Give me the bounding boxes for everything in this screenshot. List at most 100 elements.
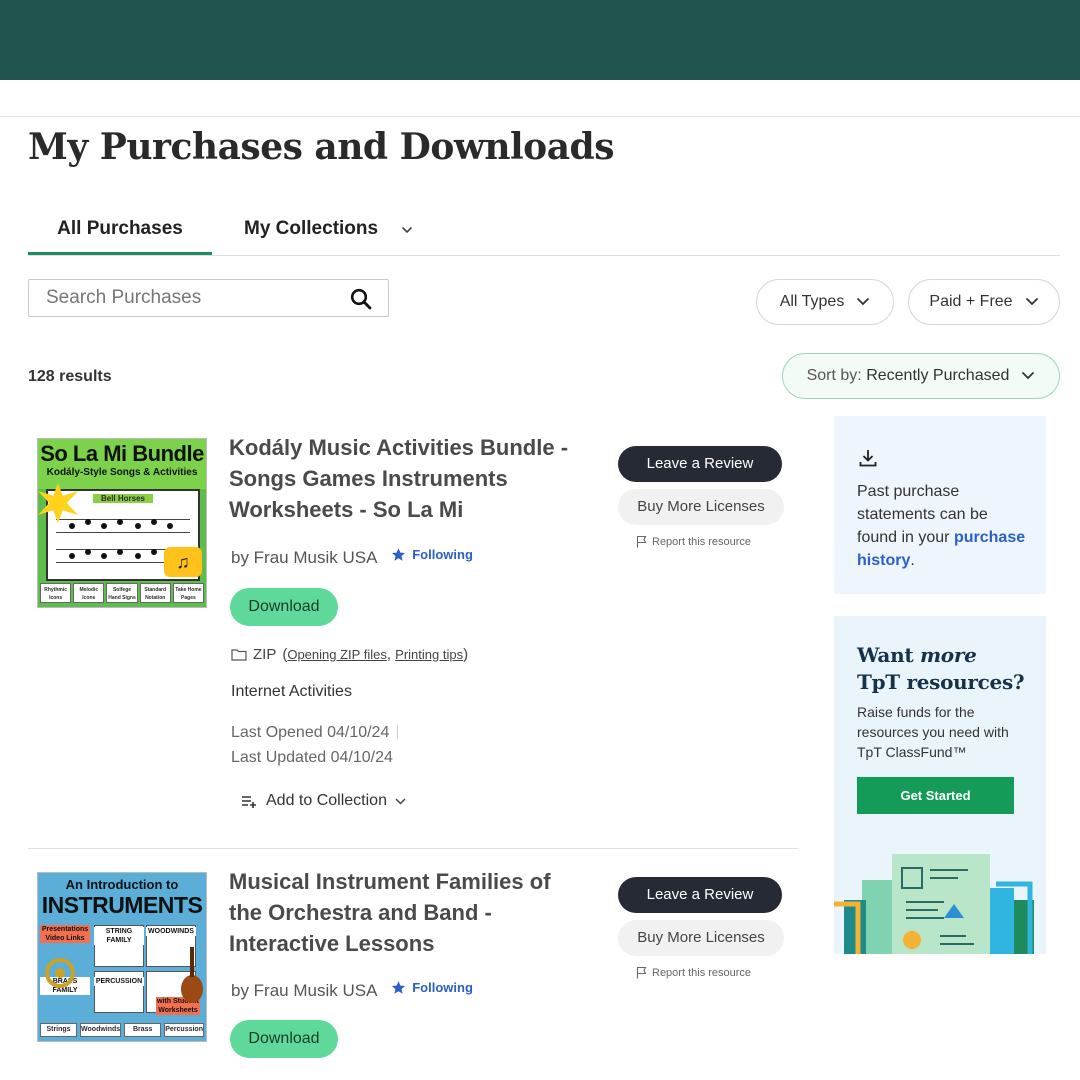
- tab-label: All Purchases: [57, 218, 183, 239]
- buy-more-licenses-button[interactable]: Buy More Licenses: [618, 920, 784, 956]
- file-type: ZIP: [253, 646, 277, 663]
- sort-value: Recently Purchased: [866, 367, 1010, 384]
- french-horn-icon: [45, 958, 75, 988]
- violin-icon: [181, 947, 203, 1003]
- following-toggle[interactable]: Following: [391, 547, 473, 562]
- product-title-link[interactable]: Kodály Music Activities Bundle - Songs G…: [229, 432, 589, 525]
- sort-prefix: Sort by:: [806, 367, 862, 384]
- star-icon: [392, 548, 406, 561]
- file-info: ZIP (Opening ZIP files, Printing tips): [231, 646, 468, 663]
- download-button[interactable]: Download: [230, 1020, 338, 1058]
- promo-title-part: TpT resources?: [857, 670, 1025, 694]
- search-input[interactable]: [46, 286, 336, 310]
- add-to-collection-button[interactable]: Add to Collection: [241, 792, 406, 810]
- results-count: 128 results: [28, 368, 112, 385]
- author-line: by Frau Musik USA Following: [231, 980, 473, 1001]
- chevron-down-icon: [401, 218, 413, 240]
- opening-zip-link[interactable]: Opening ZIP files: [287, 647, 386, 662]
- last-opened-text: Last Opened 04/10/24: [231, 724, 390, 741]
- types-filter-label: All Types: [779, 293, 845, 310]
- author-link[interactable]: by Frau Musik USA: [231, 548, 377, 567]
- get-started-button[interactable]: Get Started: [857, 777, 1014, 814]
- product-thumbnail[interactable]: An Introduction to INSTRUMENTS Presentat…: [37, 872, 207, 1042]
- product-title-link[interactable]: Musical Instrument Families of the Orche…: [229, 866, 589, 959]
- printing-tips-link[interactable]: Printing tips: [395, 647, 463, 662]
- types-filter-dropdown[interactable]: All Types: [756, 279, 894, 325]
- product-thumbnail[interactable]: So La Mi Bundle Kodály-Style Songs & Act…: [37, 438, 207, 608]
- purchase-item: So La Mi Bundle Kodály-Style Songs & Act…: [28, 416, 798, 849]
- price-filter-dropdown[interactable]: Paid + Free: [908, 279, 1060, 325]
- thumbnail-title-top: An Introduction to: [65, 877, 179, 892]
- following-label: Following: [412, 980, 473, 995]
- chevron-down-icon: [856, 293, 870, 311]
- feature-label: Percussion: [164, 1023, 204, 1037]
- tab-label: My Collections: [244, 218, 379, 240]
- report-label: Report this resource: [652, 966, 752, 979]
- report-resource-link[interactable]: Report this resource: [636, 535, 751, 548]
- feature-label: Rhythmic Icons: [40, 583, 72, 603]
- top-navigation-bar: [0, 0, 1080, 80]
- folder-icon: [231, 649, 247, 661]
- add-to-collection-label: Add to Collection: [266, 792, 387, 809]
- thumbnail-features: Rhythmic Icons Melodic Icons Solfege Han…: [40, 583, 205, 603]
- thumbnail-title: INSTRUMENTS: [41, 892, 203, 918]
- following-label: Following: [412, 547, 473, 562]
- feature-label: Solfege Hand Signs: [106, 583, 138, 603]
- divider: [397, 725, 399, 739]
- following-toggle[interactable]: Following: [391, 980, 473, 995]
- page-title: My Purchases and Downloads: [28, 126, 614, 168]
- thumbnail-subtitle: Kodály-Style Songs & Activities: [46, 467, 198, 478]
- feature-label: Take Home Pages: [172, 583, 205, 603]
- classfund-promo: Want more TpT resources? Raise funds for …: [834, 616, 1046, 954]
- chevron-down-icon: [1021, 367, 1035, 385]
- thumbnail-header: An Introduction to INSTRUMENTS: [38, 873, 206, 919]
- flag-icon: [636, 966, 647, 979]
- star-icon: [392, 981, 406, 994]
- tab-all-purchases[interactable]: All Purchases: [28, 218, 212, 255]
- promo-title-emphasis: more: [919, 643, 977, 667]
- feature-label: Strings: [40, 1023, 78, 1037]
- price-filter-label: Paid + Free: [929, 293, 1013, 310]
- header-divider: [0, 116, 1080, 117]
- download-icon: [858, 448, 878, 473]
- promo-title-part: Want: [857, 643, 914, 667]
- tab-bar: All Purchases My Collections: [28, 212, 1060, 256]
- leave-review-button[interactable]: Leave a Review: [618, 446, 782, 482]
- thumbnail-header: So La Mi Bundle Kodály-Style Songs & Act…: [38, 439, 206, 489]
- leave-review-button[interactable]: Leave a Review: [618, 877, 782, 913]
- music-note-icon: ♫: [164, 547, 202, 577]
- promo-text: Raise funds for the resources you need w…: [857, 704, 1009, 760]
- feature-label: Woodwinds: [80, 1023, 122, 1037]
- documents-illustration-icon: [834, 854, 1034, 954]
- search-box: [28, 279, 389, 317]
- report-resource-link[interactable]: Report this resource: [636, 966, 751, 979]
- tab-my-collections[interactable]: My Collections: [244, 218, 413, 240]
- purchase-item: An Introduction to INSTRUMENTS Presentat…: [28, 850, 798, 1064]
- chevron-down-icon: [1025, 293, 1039, 311]
- report-label: Report this resource: [652, 535, 752, 548]
- playlist-add-icon: [242, 796, 256, 808]
- sort-dropdown[interactable]: Sort by: Recently Purchased: [782, 353, 1060, 399]
- resource-type: Internet Activities: [231, 683, 352, 700]
- thumbnail-title: So La Mi Bundle: [40, 441, 204, 466]
- author-link[interactable]: by Frau Musik USA: [231, 981, 377, 1000]
- history-text-block: Past purchase statements can be found in…: [857, 483, 1026, 569]
- download-button[interactable]: Download: [230, 588, 338, 626]
- author-line: by Frau Musik USA Following: [231, 547, 473, 568]
- flag-icon: [636, 535, 647, 548]
- feature-label: Melodic Icons: [73, 583, 105, 603]
- feature-label: Brass: [124, 1023, 162, 1037]
- last-updated: Last Updated 04/10/24: [231, 749, 393, 766]
- buy-more-licenses-button[interactable]: Buy More Licenses: [618, 489, 784, 525]
- thumbnail-label: PERCUSSION: [94, 977, 144, 986]
- thumbnail-label: WOODWINDS: [146, 927, 196, 936]
- thumbnail-label: STRING FAMILY: [94, 927, 144, 945]
- last-opened: Last Opened 04/10/24: [231, 724, 399, 742]
- thumbnail-features: Strings Woodwinds Brass Percussion: [40, 1023, 204, 1037]
- purchase-history-card: Past purchase statements can be found in…: [834, 416, 1046, 594]
- search-icon[interactable]: [350, 288, 372, 315]
- board-label: Bell Horses: [93, 494, 153, 503]
- thumbnail-label: Presentations Video Links: [40, 925, 90, 943]
- feature-label: Standard Notation: [139, 583, 171, 603]
- promo-title: Want more TpT resources?: [857, 642, 1037, 696]
